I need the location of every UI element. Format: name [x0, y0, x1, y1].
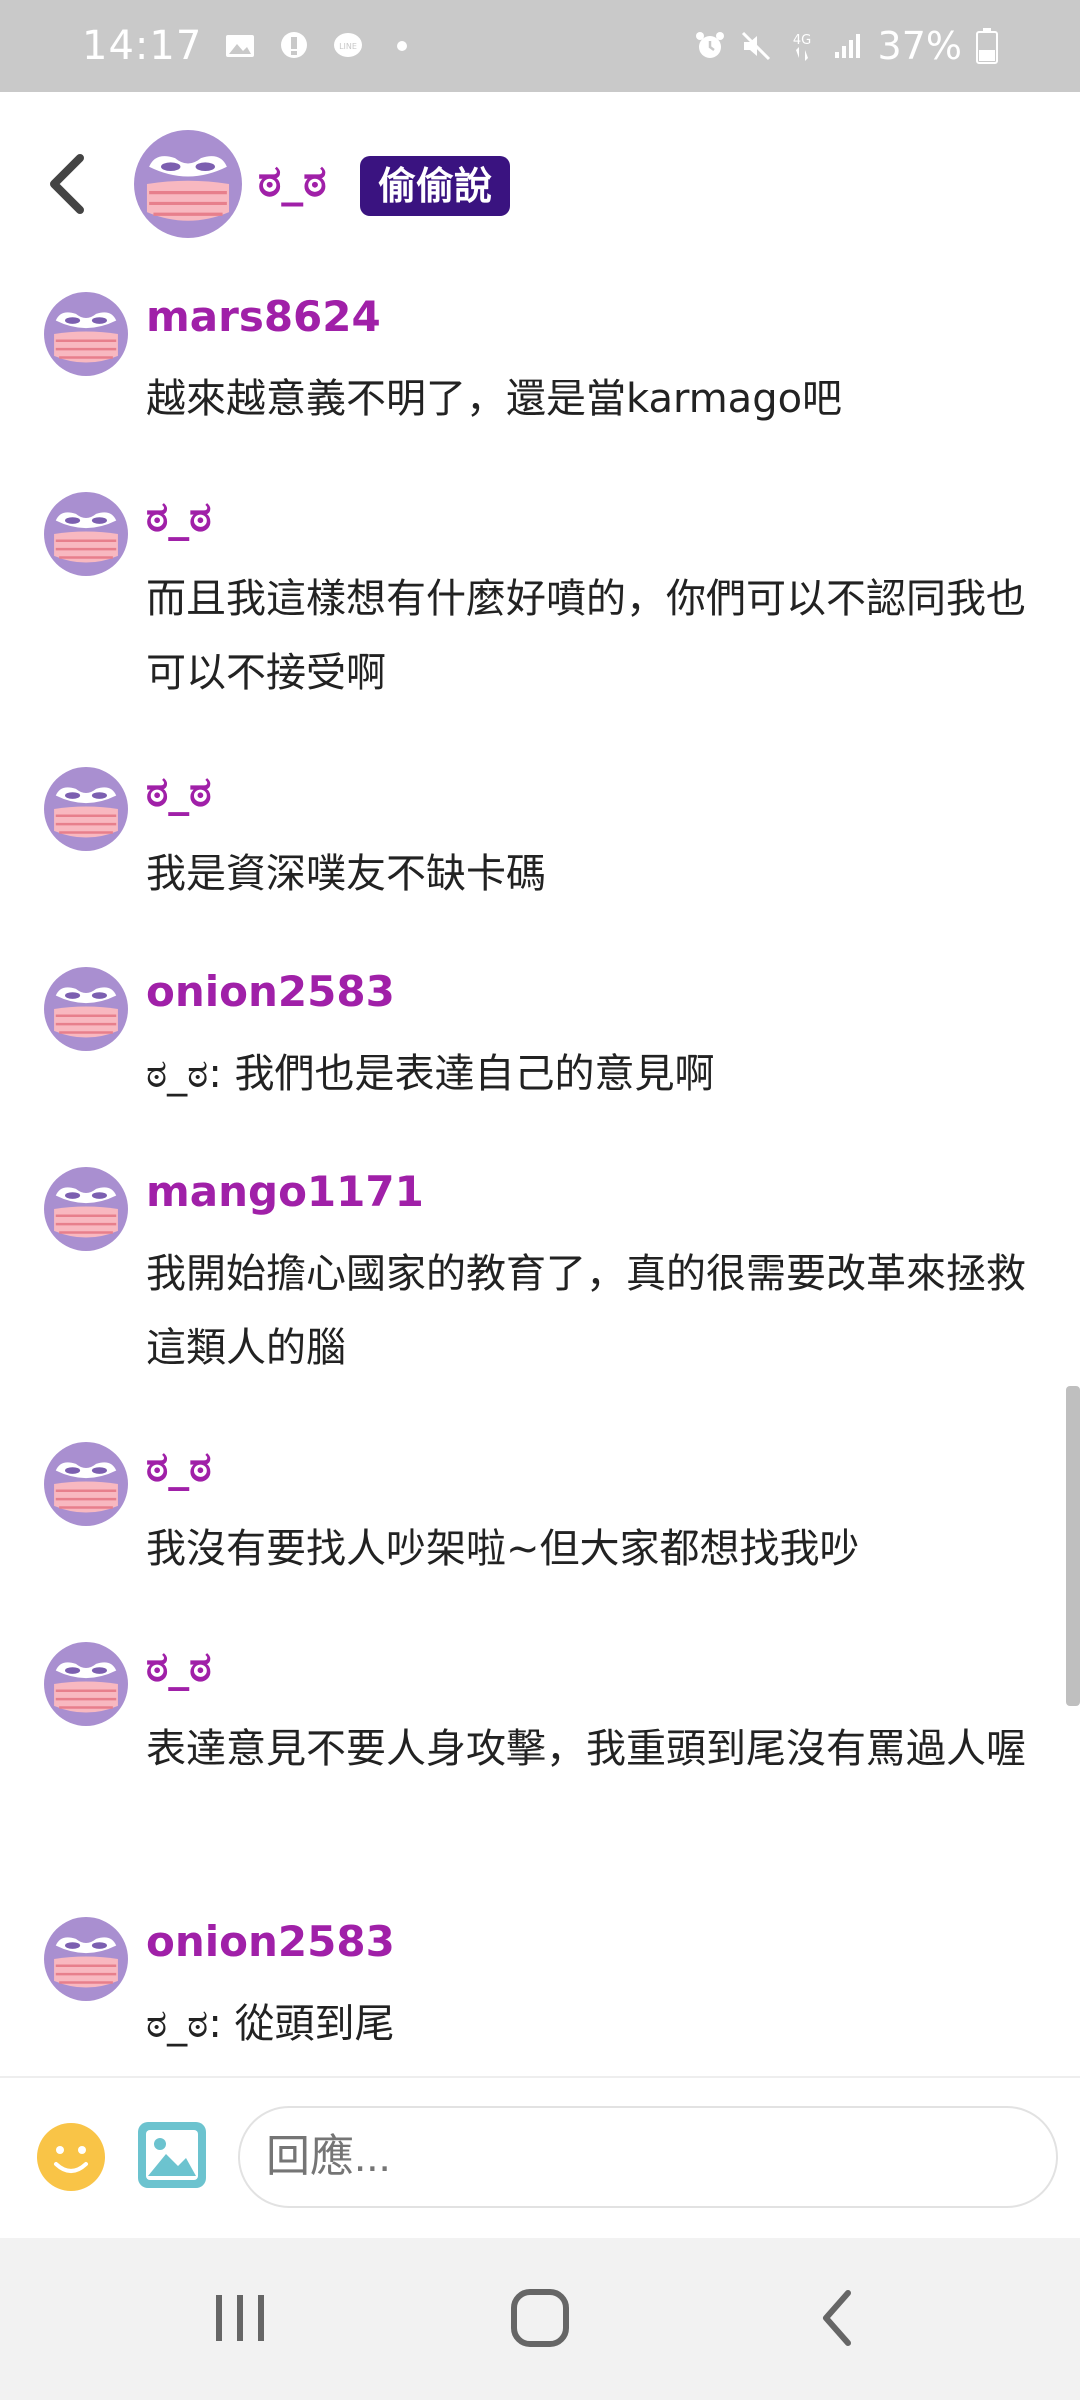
user-avatar[interactable] [44, 292, 128, 376]
4g-icon: 4G [792, 33, 811, 61]
signal-icon [834, 34, 860, 58]
message-text: ಠ_ಠ: 從頭到尾 [146, 2001, 395, 2047]
message-text: 我沒有要找人吵架啦~但大家都想找我吵 [146, 1526, 860, 1572]
recent-apps-icon[interactable] [200, 2283, 280, 2353]
message-username[interactable]: ಠ_ಠ [146, 1642, 211, 1692]
user-avatar[interactable] [44, 767, 128, 851]
user-avatar[interactable] [44, 1642, 128, 1726]
user-avatar[interactable] [44, 492, 128, 576]
system-nav-bar [0, 2238, 1080, 2400]
emoji-icon[interactable] [36, 2122, 106, 2192]
user-avatar[interactable] [44, 1917, 128, 2001]
header-username[interactable]: ಠ_ಠ [258, 156, 327, 207]
message-text: 越來越意義不明了，還是當karmago吧 [146, 376, 843, 422]
message-username[interactable]: ಠ_ಠ [146, 492, 211, 542]
status-left: 14:17 LINE [82, 0, 418, 92]
message-text: 而且我這樣想有什麼好噴的，你們可以不認同我也可以不接受啊 [146, 576, 1026, 696]
battery-icon [976, 28, 998, 64]
chat-header: ಠ_ಠ 偷偷說 [0, 92, 1080, 282]
back-arrow-icon[interactable] [34, 144, 104, 224]
message-username[interactable]: ಠ_ಠ [146, 1442, 211, 1492]
user-avatar[interactable] [44, 967, 128, 1051]
battery-percent: 37% [877, 24, 962, 68]
message-list[interactable]: mars8624 越來越意義不明了，還是當karmago吧 ಠ_ಠ 而且我這樣想… [0, 282, 1080, 2076]
message-text: ಠ_ಠ: 我們也是表達自己的意見啊 [146, 1051, 715, 1097]
svg-text:LINE: LINE [339, 42, 357, 51]
anonymous-badge: 偷偷說 [360, 156, 511, 216]
header-avatar[interactable] [134, 130, 242, 238]
message-username[interactable]: ಠ_ಠ [146, 767, 211, 817]
message-text: 表達意見不要人身攻擊，我重頭到尾沒有罵過人喔 [146, 1726, 1026, 1772]
back-nav-icon[interactable] [800, 2283, 880, 2353]
message-text: 我是資深噗友不缺卡碼 [146, 851, 546, 897]
status-time: 14:17 [82, 23, 203, 69]
message-username[interactable]: onion2583 [146, 967, 395, 1016]
home-icon[interactable] [500, 2283, 580, 2353]
status-right: 4G 37% [694, 0, 998, 92]
reply-input[interactable] [238, 2106, 1058, 2208]
message-username[interactable]: mars8624 [146, 292, 381, 341]
user-avatar[interactable] [44, 1442, 128, 1526]
message-username[interactable]: mango1171 [146, 1167, 424, 1216]
message-username[interactable]: onion2583 [146, 1917, 395, 1966]
dot-icon [397, 41, 408, 51]
network-text: 4G [792, 33, 810, 48]
gallery-icon [226, 35, 255, 57]
alarm-icon [695, 32, 724, 58]
scrollbar-thumb[interactable] [1066, 1386, 1080, 1706]
line-icon: LINE [334, 33, 363, 57]
reply-bar [0, 2076, 1080, 2240]
mute-icon [741, 31, 770, 61]
status-bar: 14:17 LINE 4G 37% [0, 0, 1080, 92]
user-avatar[interactable] [44, 1167, 128, 1251]
image-upload-icon[interactable] [136, 2120, 208, 2190]
message-icon [281, 32, 308, 58]
message-text: 我開始擔心國家的教育了，真的很需要改革來拯救這類人的腦 [146, 1251, 1026, 1371]
